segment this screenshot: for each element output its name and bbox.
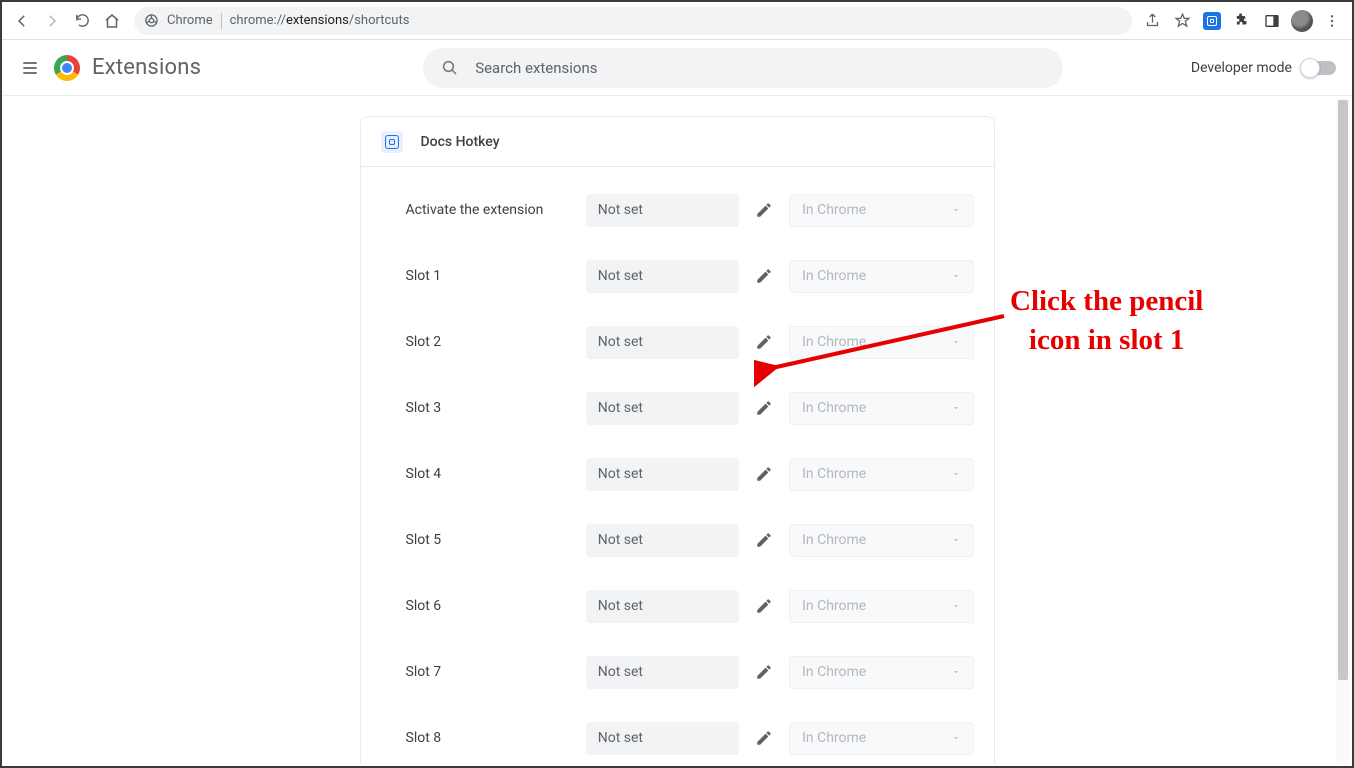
- reload-button[interactable]: [68, 7, 96, 35]
- shortcut-label: Slot 5: [406, 532, 582, 548]
- shortcut-label: Slot 2: [406, 334, 582, 350]
- search-icon: [441, 59, 459, 77]
- shortcut-label: Slot 4: [406, 466, 582, 482]
- shortcut-row: Slot 3Not set In Chrome: [361, 375, 994, 441]
- address-prefix: Chrome: [167, 13, 213, 28]
- bookmark-star-icon[interactable]: [1170, 9, 1194, 33]
- page-title: Extensions: [92, 55, 201, 80]
- pencil-icon[interactable]: [747, 457, 781, 491]
- shortcut-label: Slot 3: [406, 400, 582, 416]
- extension-icon: [381, 131, 403, 153]
- shortcut-row: Slot 5Not set In Chrome: [361, 507, 994, 573]
- shortcut-label: Activate the extension: [406, 202, 582, 218]
- shortcut-value[interactable]: Not set: [586, 260, 740, 293]
- pencil-icon[interactable]: [747, 193, 781, 227]
- share-icon[interactable]: [1140, 9, 1164, 33]
- kebab-menu-icon[interactable]: [1320, 9, 1344, 33]
- pencil-icon[interactable]: [747, 523, 781, 557]
- back-button[interactable]: [8, 7, 36, 35]
- pencil-icon[interactable]: [747, 721, 781, 755]
- pencil-icon[interactable]: [747, 391, 781, 425]
- scope-dropdown[interactable]: In Chrome: [789, 260, 973, 293]
- shortcut-label: Slot 6: [406, 598, 582, 614]
- scope-dropdown[interactable]: In Chrome: [789, 656, 973, 689]
- scope-dropdown[interactable]: In Chrome: [789, 194, 973, 227]
- shortcut-row: Slot 1Not set In Chrome: [361, 243, 994, 309]
- pencil-icon[interactable]: [747, 589, 781, 623]
- shortcut-row: Activate the extensionNot set In Chrome: [361, 177, 994, 243]
- shortcut-value[interactable]: Not set: [586, 458, 740, 491]
- shortcut-row: Slot 2Not set In Chrome: [361, 309, 994, 375]
- shortcut-row: Slot 7Not set In Chrome: [361, 639, 994, 705]
- scope-dropdown[interactable]: In Chrome: [789, 722, 973, 755]
- pencil-icon[interactable]: [747, 325, 781, 359]
- pencil-icon[interactable]: [747, 259, 781, 293]
- annotation-text: Click the pencil icon in slot 1: [1010, 282, 1203, 360]
- hamburger-menu-icon[interactable]: [18, 56, 42, 80]
- shortcut-row: Slot 6Not set In Chrome: [361, 573, 994, 639]
- shortcut-value[interactable]: Not set: [586, 722, 740, 755]
- profile-avatar[interactable]: [1290, 9, 1314, 33]
- shortcut-value[interactable]: Not set: [586, 326, 740, 359]
- shortcut-label: Slot 7: [406, 664, 582, 680]
- shortcut-value[interactable]: Not set: [586, 590, 740, 623]
- developer-mode-toggle[interactable]: [1302, 61, 1336, 75]
- developer-mode-label: Developer mode: [1191, 60, 1292, 76]
- shortcut-row: Slot 8Not set In Chrome: [361, 705, 994, 764]
- shortcut-row: Slot 4Not set In Chrome: [361, 441, 994, 507]
- extension-name: Docs Hotkey: [421, 134, 500, 150]
- shortcut-label: Slot 1: [406, 268, 582, 284]
- shortcut-label: Slot 8: [406, 730, 582, 746]
- chrome-page-icon: [144, 13, 159, 28]
- app-header: Extensions Search extensions Developer m…: [2, 40, 1352, 96]
- chrome-logo-icon: [54, 55, 80, 81]
- side-panel-icon[interactable]: [1260, 9, 1284, 33]
- forward-button[interactable]: [38, 7, 66, 35]
- browser-toolbar: Chrome chrome://extensions/shortcuts: [2, 2, 1352, 40]
- scope-dropdown[interactable]: In Chrome: [789, 326, 973, 359]
- shortcut-value[interactable]: Not set: [586, 194, 740, 227]
- scope-dropdown[interactable]: In Chrome: [789, 590, 973, 623]
- docs-hotkey-extension-icon[interactable]: [1200, 9, 1224, 33]
- extensions-puzzle-icon[interactable]: [1230, 9, 1254, 33]
- shortcut-value[interactable]: Not set: [586, 392, 740, 425]
- scope-dropdown[interactable]: In Chrome: [789, 524, 973, 557]
- scope-dropdown[interactable]: In Chrome: [789, 458, 973, 491]
- address-bar[interactable]: Chrome chrome://extensions/shortcuts: [134, 7, 1132, 35]
- search-input[interactable]: Search extensions: [423, 48, 1063, 88]
- shortcut-value[interactable]: Not set: [586, 656, 740, 689]
- scope-dropdown[interactable]: In Chrome: [789, 392, 973, 425]
- scrollbar[interactable]: [1336, 98, 1350, 764]
- shortcut-value[interactable]: Not set: [586, 524, 740, 557]
- pencil-icon[interactable]: [747, 655, 781, 689]
- extension-card: Docs Hotkey Activate the extensionNot se…: [360, 116, 995, 764]
- home-button[interactable]: [98, 7, 126, 35]
